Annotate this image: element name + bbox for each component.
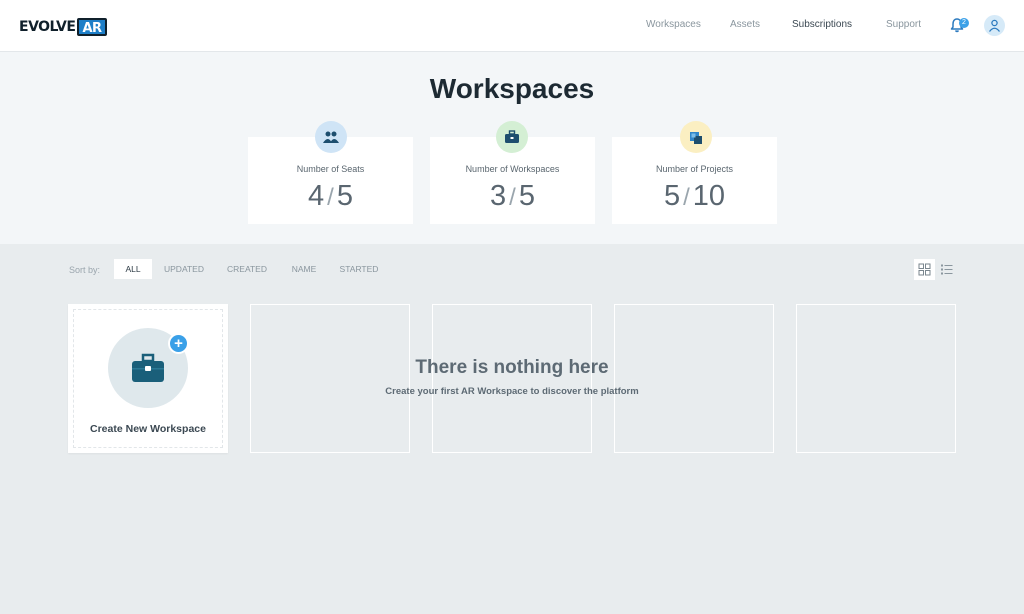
notification-count-badge: 2: [959, 18, 969, 28]
list-icon: [941, 264, 953, 275]
stat-value: 5/10: [663, 180, 726, 212]
stat-value: 3/5: [490, 180, 535, 212]
users-icon: [315, 121, 347, 153]
user-avatar[interactable]: [984, 15, 1005, 36]
empty-state-title: There is nothing here: [415, 357, 609, 378]
nav-item-assets[interactable]: Assets: [730, 19, 760, 30]
briefcase-icon: [496, 121, 528, 153]
grid-icon: [918, 263, 931, 276]
sort-option-updated[interactable]: UPDATED: [160, 259, 208, 279]
logo-badge: AR: [77, 17, 107, 36]
stat-label: Number of Projects: [655, 164, 734, 174]
sort-option-created[interactable]: CREATED: [224, 259, 270, 279]
empty-state-subtitle: Create your first AR Workspace to discov…: [385, 386, 639, 397]
plus-icon: +: [168, 333, 189, 354]
sort-option-all[interactable]: ALL: [114, 259, 152, 279]
page-title: Workspaces: [429, 73, 595, 104]
sort-option-name[interactable]: NAME: [286, 259, 322, 279]
nav-item-workspaces[interactable]: Workspaces: [646, 19, 701, 30]
stat-value: 4/5: [308, 180, 353, 212]
evolve-ar-logo[interactable]: EVOLVE AR: [19, 17, 107, 36]
top-navigation-bar: EVOLVE AR Workspaces Assets Subscription…: [0, 0, 1024, 52]
create-workspace-label: Create New Workspace: [90, 423, 206, 435]
stat-label: Number of Seats: [296, 164, 365, 174]
sort-option-started[interactable]: STARTED: [336, 259, 382, 279]
user-icon: [988, 19, 1001, 32]
box-icon: [680, 121, 712, 153]
stat-label: Number of Workspaces: [465, 164, 560, 174]
nav-item-subscriptions[interactable]: Subscriptions: [792, 19, 852, 30]
logo-text: EVOLVE: [19, 18, 76, 35]
grid-view-button[interactable]: [914, 259, 935, 280]
nav-item-support[interactable]: Support: [886, 19, 921, 30]
list-view-button[interactable]: [936, 259, 957, 280]
sort-by-label: Sort by:: [69, 265, 101, 275]
